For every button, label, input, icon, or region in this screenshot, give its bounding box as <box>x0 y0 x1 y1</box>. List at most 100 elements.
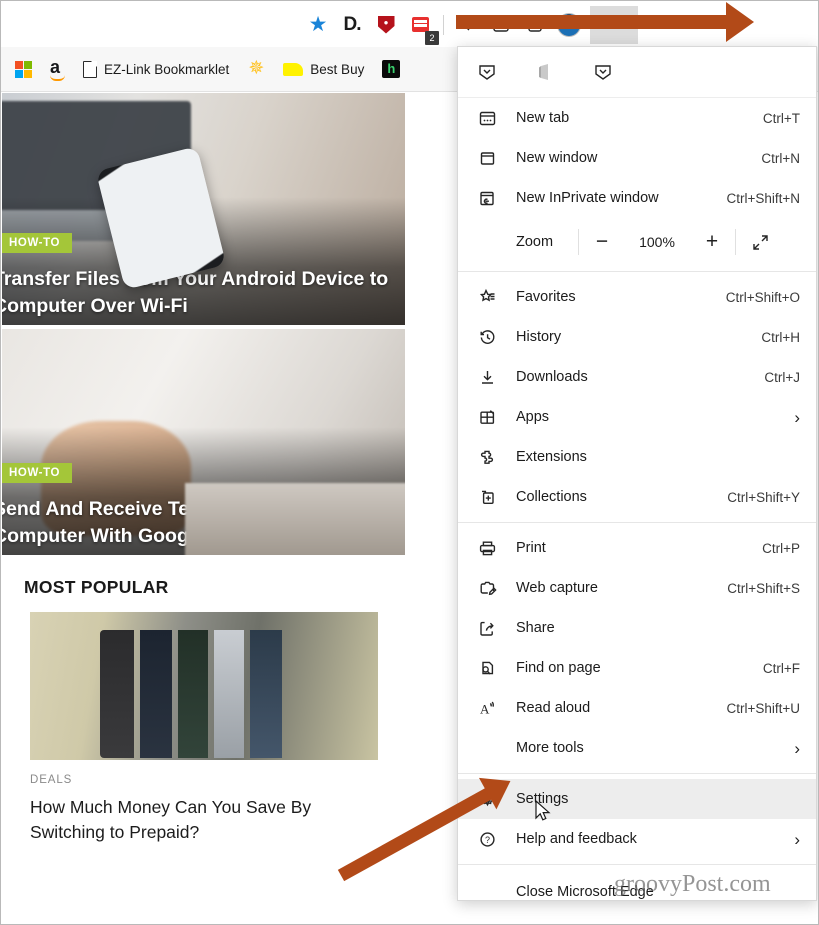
microsoft-icon <box>15 60 32 78</box>
menu-zoom-row: Zoom − 100% + <box>458 218 816 266</box>
menu-item-history[interactable]: History Ctrl+H <box>458 317 816 357</box>
menu-item-accelerator: Ctrl+P <box>762 540 800 556</box>
fullscreen-icon[interactable] <box>736 233 784 252</box>
menu-item-web-capture[interactable]: Web capture Ctrl+Shift+S <box>458 568 816 608</box>
bookmark-hulu[interactable]: h <box>376 55 406 83</box>
bookmark-amazon[interactable]: a <box>44 55 71 83</box>
bookmark-walmart[interactable]: ✵ <box>241 55 271 83</box>
menu-item-label: Apps <box>516 409 550 425</box>
article-card-2[interactable]: HOW-TO Send And Receive Texts from Your … <box>2 329 405 555</box>
bookmark-best-buy[interactable]: Best Buy <box>277 55 370 83</box>
menu-item-label: Favorites <box>516 289 576 305</box>
annotation-arrow-to-menu-button <box>456 2 754 42</box>
bookmark-ez-link-bookmarklet[interactable]: EZ-Link Bookmarklet <box>77 55 235 83</box>
menu-item-new-tab[interactable]: New tab Ctrl+T <box>458 98 816 138</box>
chevron-right-icon: › <box>794 738 800 758</box>
menu-item-label: More tools <box>516 740 584 756</box>
menu-item-accelerator: Ctrl+N <box>761 150 800 166</box>
menu-item-accelerator: Ctrl+T <box>762 110 800 126</box>
amazon-icon: a <box>50 58 65 81</box>
find-magnifier-icon <box>476 657 498 679</box>
menu-item-collections[interactable]: Collections Ctrl+Shift+Y <box>458 477 816 517</box>
webpage-content: HOW-TO Transfer Files from Your Android … <box>2 93 457 924</box>
lastpass-vault-icon[interactable] <box>592 61 614 83</box>
article-card-1[interactable]: HOW-TO Transfer Files from Your Android … <box>2 93 405 325</box>
menu-item-accelerator: Ctrl+H <box>761 329 800 345</box>
screenshot-root: ★ D. ● 2 VA <box>0 0 819 925</box>
bookmark-microsoft[interactable] <box>9 55 38 83</box>
bookmark-label: Best Buy <box>310 61 365 77</box>
grammarly-extension-icon[interactable]: 2 <box>403 8 439 45</box>
favorites-star-icon <box>476 286 498 308</box>
web-capture-icon <box>476 577 498 599</box>
article-title[interactable]: Send And Receive Texts from Your Compute… <box>2 496 401 549</box>
printer-icon <box>476 537 498 559</box>
office-icon[interactable] <box>534 61 556 83</box>
menu-item-share[interactable]: Share <box>458 608 816 648</box>
toolbar-divider <box>443 14 444 35</box>
extensions-puzzle-icon <box>476 446 498 468</box>
most-popular-thumbnail[interactable] <box>30 612 378 760</box>
walmart-icon: ✵ <box>248 58 265 79</box>
collections-plus-icon <box>476 486 498 508</box>
menu-item-accelerator: Ctrl+Shift+N <box>726 190 800 206</box>
help-question-icon: ? <box>476 828 498 850</box>
menu-item-find-on-page[interactable]: Find on page Ctrl+F <box>458 648 816 688</box>
bestbuy-icon <box>283 62 304 76</box>
watermark: groovyPost.com <box>614 871 771 897</box>
menu-item-label: Extensions <box>516 449 587 465</box>
menu-item-label: New InPrivate window <box>516 190 659 206</box>
edge-settings-menu: New tab Ctrl+T New window Ctrl+N New InP… <box>457 46 817 901</box>
menu-item-label: Settings <box>516 791 569 807</box>
menu-item-label: Collections <box>516 489 587 505</box>
menu-divider <box>458 773 816 774</box>
menu-pinned-extensions <box>458 47 816 98</box>
zoom-out-button[interactable]: − <box>579 225 625 259</box>
hulu-icon: h <box>382 60 401 78</box>
most-popular-title[interactable]: How Much Money Can You Save By Switching… <box>30 795 360 846</box>
menu-item-new-window[interactable]: New window Ctrl+N <box>458 138 816 178</box>
menu-item-downloads[interactable]: Downloads Ctrl+J <box>458 357 816 397</box>
menu-item-accelerator: Ctrl+Shift+S <box>727 580 800 596</box>
menu-item-extensions[interactable]: Extensions <box>458 437 816 477</box>
menu-item-print[interactable]: Print Ctrl+P <box>458 528 816 568</box>
menu-item-accelerator: Ctrl+Shift+Y <box>727 489 800 505</box>
menu-item-label: Print <box>516 540 546 556</box>
downloads-arrow-icon <box>476 366 498 388</box>
menu-item-read-aloud[interactable]: A Read aloud Ctrl+Shift+U <box>458 688 816 728</box>
menu-item-label: Find on page <box>516 660 601 676</box>
menu-item-apps[interactable]: Apps › <box>458 397 816 437</box>
lastpass-extension-icon[interactable]: ● <box>369 8 403 42</box>
menu-item-accelerator: Ctrl+Shift+U <box>726 700 800 716</box>
svg-text:A: A <box>480 701 490 716</box>
lastpass-vault-icon[interactable] <box>476 61 498 83</box>
menu-item-label: New window <box>516 150 598 166</box>
menu-item-label: Read aloud <box>516 700 591 716</box>
bookmark-label: EZ-Link Bookmarklet <box>104 61 230 77</box>
menu-item-favorites[interactable]: Favorites Ctrl+Shift+O <box>458 277 816 317</box>
address-bar-region[interactable] <box>1 2 301 47</box>
menu-item-label: Help and feedback <box>516 831 637 847</box>
new-tab-icon <box>476 107 498 129</box>
more-tools-icon-placeholder <box>476 737 498 759</box>
chevron-right-icon: › <box>794 829 800 849</box>
inprivate-icon <box>476 187 498 209</box>
menu-item-accelerator: Ctrl+Shift+O <box>725 289 800 305</box>
menu-item-new-inprivate-window[interactable]: New InPrivate window Ctrl+Shift+N <box>458 178 816 218</box>
menu-divider <box>458 522 816 523</box>
dashlane-extension-icon[interactable]: D. <box>335 8 369 42</box>
article-title[interactable]: Transfer Files from Your Android Device … <box>2 266 401 319</box>
history-clock-icon <box>476 326 498 348</box>
favorite-star-icon[interactable]: ★ <box>301 8 335 42</box>
read-aloud-icon: A <box>476 697 498 719</box>
menu-item-label: New tab <box>516 110 570 126</box>
menu-item-help-and-feedback[interactable]: ? Help and feedback › <box>458 819 816 859</box>
menu-item-accelerator: Ctrl+J <box>764 369 800 385</box>
chevron-right-icon: › <box>794 407 800 427</box>
page-icon <box>83 60 97 78</box>
zoom-in-button[interactable]: + <box>689 225 735 259</box>
share-icon <box>476 617 498 639</box>
article-tag: HOW-TO <box>2 463 73 483</box>
zoom-label: Zoom <box>516 234 554 250</box>
menu-item-more-tools[interactable]: More tools › <box>458 728 816 768</box>
